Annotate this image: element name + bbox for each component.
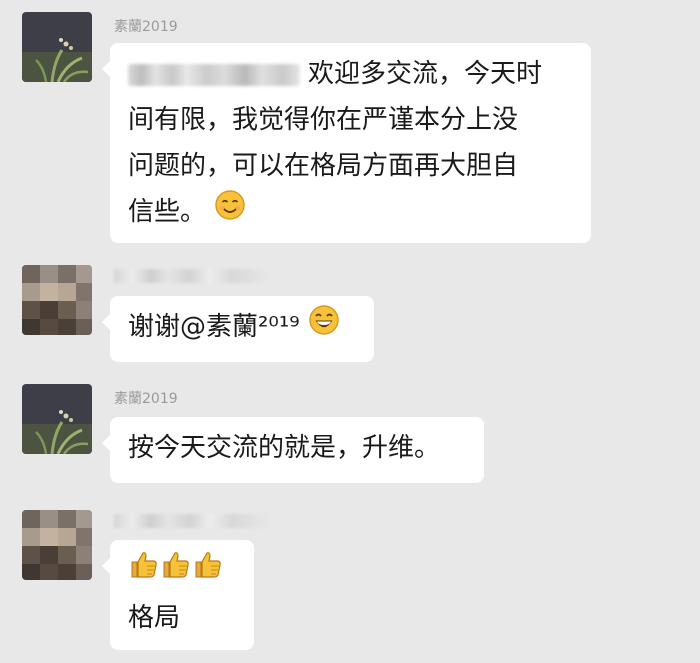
thumbs-up-icon — [192, 548, 224, 595]
thumbs-up-icon — [128, 548, 160, 595]
smiling-face-emoji — [214, 189, 246, 236]
avatar-blurred[interactable] — [22, 265, 92, 335]
message-line: 欢迎多交流，今天时 — [128, 51, 575, 97]
message-text: 欢迎多交流，今天时 — [308, 59, 543, 89]
message-text: 信些。 — [128, 197, 207, 227]
sender-name: 素蘭2019 — [114, 391, 178, 407]
message-text: 问题的，可以在格局方面再大胆自 — [128, 151, 519, 181]
message-line: 信些。 — [128, 189, 575, 236]
sender-name-redacted — [114, 514, 266, 528]
message-text: 谢谢@素蘭²⁰¹⁹ — [128, 312, 300, 342]
message-text: 按今天交流的就是，升维。 — [128, 433, 441, 463]
grinning-face-emoji — [308, 304, 340, 351]
redacted-mention — [128, 63, 300, 86]
message-text: 格局 — [128, 603, 181, 633]
message-bubble[interactable]: 按今天交流的就是，升维。 — [102, 417, 484, 483]
message-bubble[interactable]: 格局 — [102, 540, 254, 650]
emoji-row — [128, 548, 238, 595]
avatar-blurred[interactable] — [22, 510, 92, 580]
thumbs-up-icon — [160, 548, 192, 595]
sender-name-redacted — [114, 269, 266, 283]
message-text: 间有限，我觉得你在严谨本分上没 — [128, 105, 519, 135]
avatar-orchid[interactable] — [22, 384, 92, 454]
sender-name: 素蘭2019 — [114, 19, 178, 35]
avatar-orchid[interactable] — [22, 12, 92, 82]
message-bubble[interactable]: 谢谢@素蘭²⁰¹⁹ — [102, 296, 374, 362]
message-line: 谢谢@素蘭²⁰¹⁹ — [128, 304, 358, 351]
message-bubble[interactable]: 欢迎多交流，今天时 间有限，我觉得你在严谨本分上没 问题的，可以在格局方面再大胆… — [102, 43, 591, 243]
